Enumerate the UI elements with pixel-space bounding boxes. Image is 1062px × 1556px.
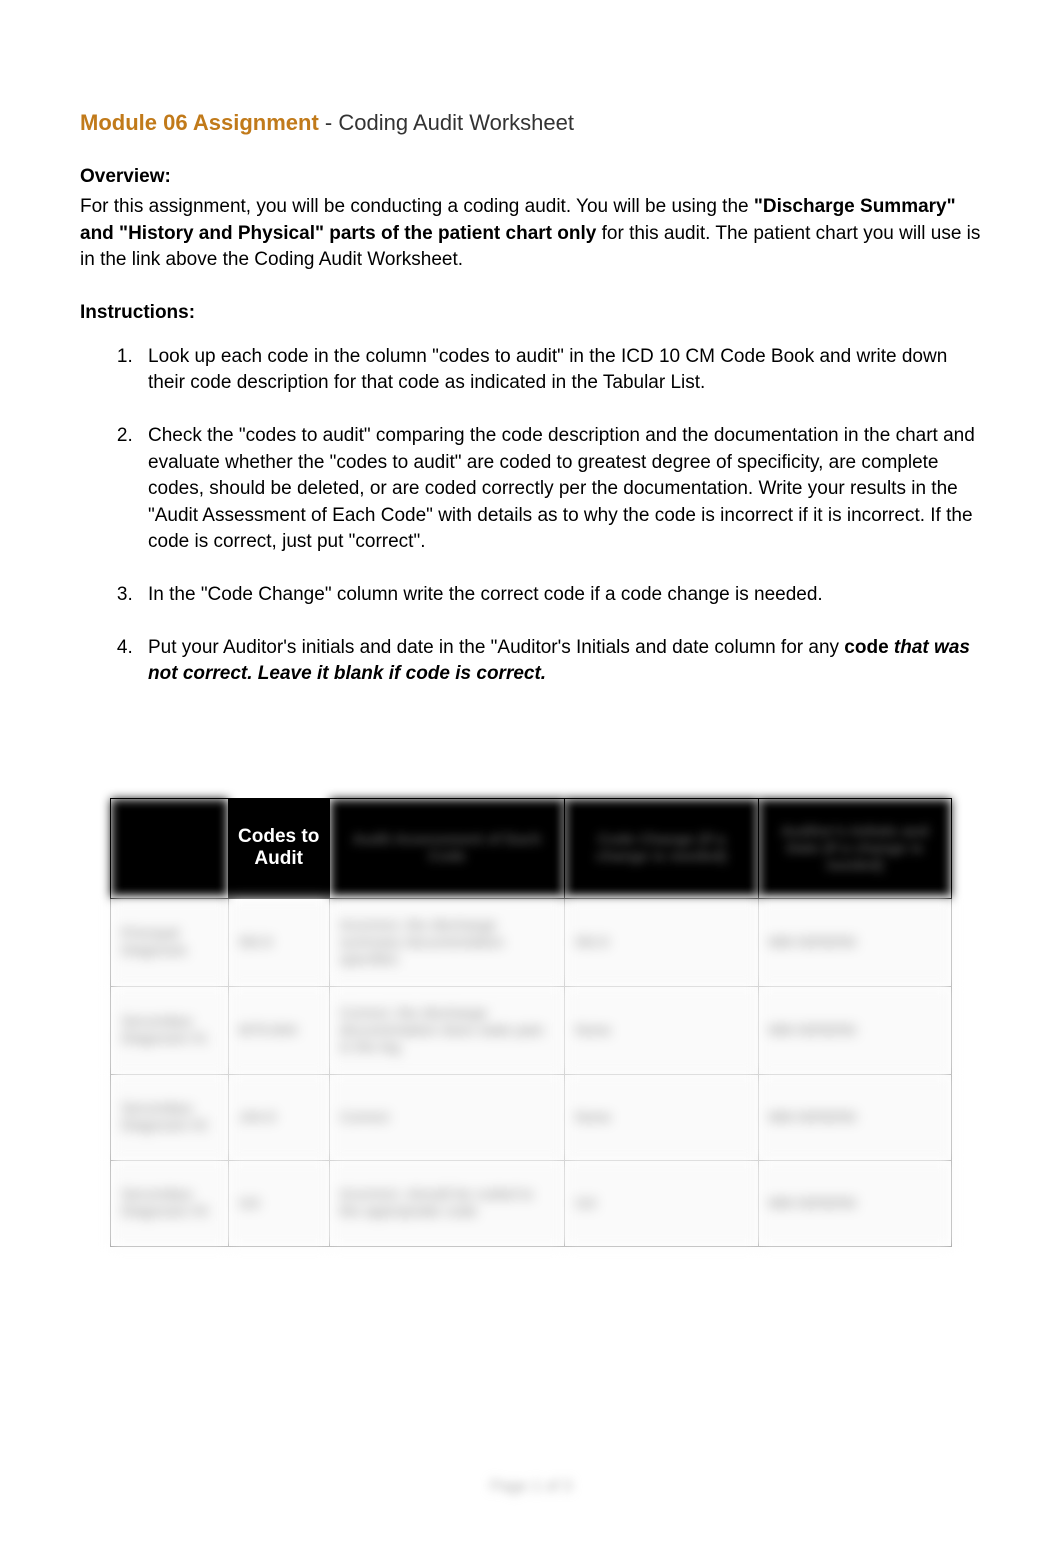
th-audit-assessment: Audit Assessment of Each Code [329, 798, 564, 898]
cell-diagnosis-type: Secondary Diagnosis #2 [111, 1074, 229, 1160]
instructions-heading: Instructions: [80, 302, 982, 324]
audit-table: Codes to Audit Audit Assessment of Each … [110, 798, 952, 1247]
cell-initials: MM 00/00/00 [758, 986, 951, 1074]
page-footer: Page 1 of 3 [0, 1478, 1062, 1496]
cell-change: I50.9 [565, 898, 758, 986]
cell-initials: MM 00/00/00 [758, 898, 951, 986]
overview-heading: Overview: [80, 166, 982, 188]
th-auditor-initials: Auditor's Initials and Date (if a change… [758, 798, 951, 898]
cell-change: I10 [565, 1160, 758, 1246]
cell-code: J44.9 [228, 1074, 329, 1160]
overview-part-a: For this assignment, you will be conduct… [80, 196, 754, 217]
audit-table-wrap: Codes to Audit Audit Assessment of Each … [110, 798, 952, 1247]
table-header-row: Codes to Audit Audit Assessment of Each … [111, 798, 952, 898]
instruction-item-1: Look up each code in the column "codes t… [138, 344, 982, 397]
cell-code: I50.9 [228, 898, 329, 986]
th-blank [111, 798, 229, 898]
cell-assessment: Incorrect, should be coded to the approp… [329, 1160, 564, 1246]
cell-diagnosis-type: Secondary Diagnosis #3 [111, 1160, 229, 1246]
instruction-item-3: In the "Code Change" column write the co… [138, 582, 982, 609]
cell-initials: MM 00/00/00 [758, 1160, 951, 1246]
instruction-item-4: Put your Auditor's initials and date in … [138, 635, 982, 688]
cell-diagnosis-type: Secondary Diagnosis #1 [111, 986, 229, 1074]
table-row: Secondary Diagnosis #3 I10 Incorrect, sh… [111, 1160, 952, 1246]
cell-assessment: Correct [329, 1074, 564, 1160]
cell-initials: MM 00/00/00 [758, 1074, 951, 1160]
instruction-4-a: Put your Auditor's initials and date in … [148, 637, 844, 658]
module-title: Module 06 Assignment [80, 110, 319, 135]
cell-assessment: Correct, the discharge documentation doe… [329, 986, 564, 1074]
title-subtitle: Coding Audit Worksheet [338, 110, 574, 135]
table-row: Secondary Diagnosis #1 M79.604 Correct, … [111, 986, 952, 1074]
title-dash: - [319, 110, 339, 135]
overview-text: For this assignment, you will be conduct… [80, 194, 982, 274]
cell-change: None [565, 1074, 758, 1160]
instructions-list: Look up each code in the column "codes t… [80, 344, 982, 688]
cell-code: I10 [228, 1160, 329, 1246]
cell-code: M79.604 [228, 986, 329, 1074]
cell-assessment: Incorrect, the discharge summary documen… [329, 898, 564, 986]
cell-diagnosis-type: Principal Diagnosis [111, 898, 229, 986]
th-code-change: Code Change (if a change is needed) [565, 798, 758, 898]
table-row: Secondary Diagnosis #2 J44.9 Correct Non… [111, 1074, 952, 1160]
instruction-item-2: Check the "codes to audit" comparing the… [138, 423, 982, 556]
table-row: Principal Diagnosis I50.9 Incorrect, the… [111, 898, 952, 986]
th-codes-to-audit: Codes to Audit [228, 798, 329, 898]
instruction-4-b: code [844, 637, 888, 658]
cell-change: None [565, 986, 758, 1074]
page-title: Module 06 Assignment - Coding Audit Work… [80, 110, 982, 136]
